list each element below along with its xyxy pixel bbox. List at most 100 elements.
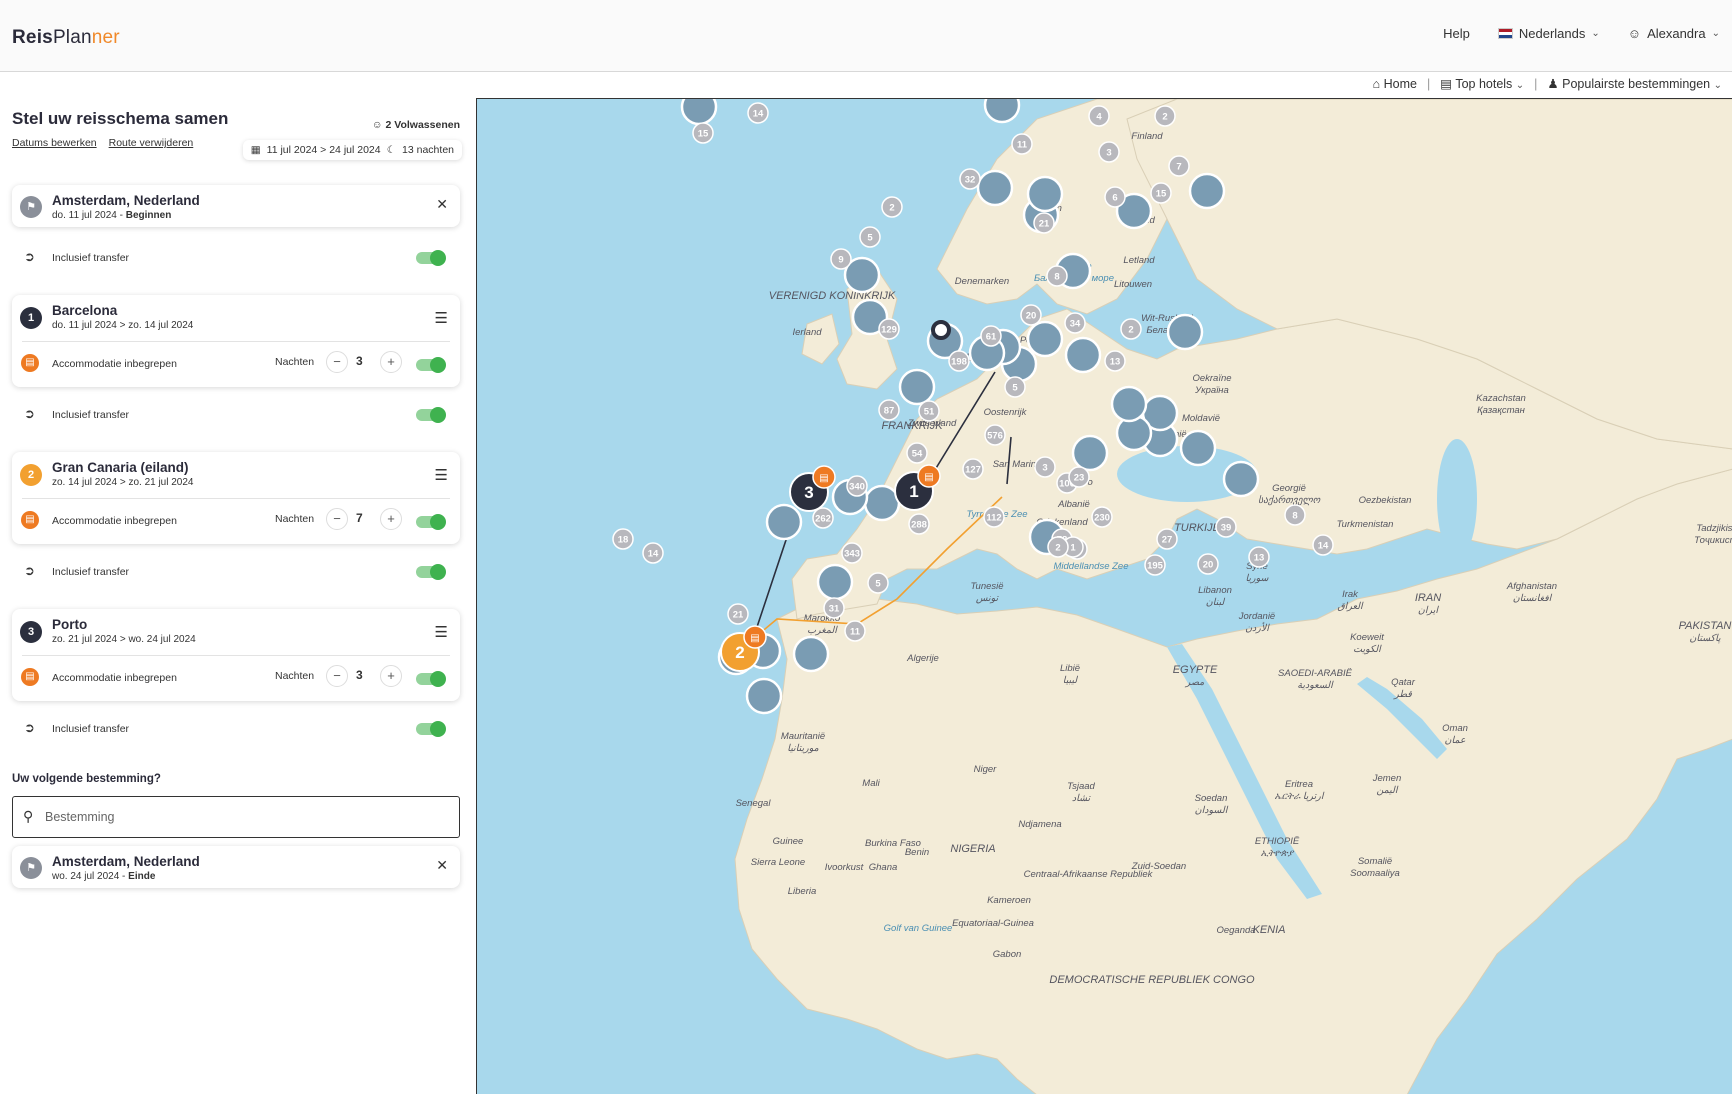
cluster-marker[interactable]: 87 <box>878 399 900 421</box>
popular-destinations-menu[interactable]: ♟ Populairste bestemmingen ⌄ <box>1547 76 1722 91</box>
edit-dates-link[interactable]: Datums bewerken <box>12 137 97 149</box>
remove-route-link[interactable]: Route verwijderen <box>109 137 194 149</box>
nights-decrease-button[interactable]: − <box>326 665 348 687</box>
cluster-marker[interactable]: 32 <box>959 168 981 190</box>
cluster-marker[interactable]: 18 <box>612 528 634 550</box>
home-link[interactable]: ⌂ Home <box>1373 77 1417 91</box>
accommodation-toggle[interactable] <box>416 671 446 687</box>
cluster-marker[interactable]: 288 <box>908 513 930 535</box>
cluster-marker[interactable]: 6 <box>1104 186 1126 208</box>
start-location-marker[interactable] <box>931 320 951 340</box>
cluster-marker[interactable]: 198 <box>948 350 970 372</box>
cluster-marker[interactable]: 15 <box>1150 182 1172 204</box>
cluster-marker[interactable]: 5 <box>867 572 889 594</box>
cluster-marker[interactable]: 7 <box>1168 155 1190 177</box>
cluster-marker[interactable]: 23 <box>1068 466 1090 488</box>
cluster-marker[interactable]: 9 <box>830 248 852 270</box>
cluster-marker[interactable]: 343 <box>841 542 863 564</box>
cluster-marker[interactable]: 15 <box>692 122 714 144</box>
destination-photo-marker[interactable] <box>1110 385 1148 423</box>
cluster-marker[interactable]: 195 <box>1144 554 1166 576</box>
destination-photo-marker[interactable] <box>680 99 718 126</box>
cluster-marker[interactable]: 54 <box>906 442 928 464</box>
destination-search[interactable]: ⚲ <box>12 796 460 838</box>
nights-increase-button[interactable]: + <box>380 351 402 373</box>
cluster-marker[interactable]: 27 <box>1156 528 1178 550</box>
cluster-marker[interactable]: 3 <box>1098 141 1120 163</box>
cluster-marker[interactable]: 2 <box>1154 105 1176 127</box>
cluster-marker[interactable]: 13 <box>1248 546 1270 568</box>
drag-handle-icon[interactable]: ☰ <box>435 466 448 484</box>
transfer-toggle[interactable] <box>416 407 446 423</box>
destination-photo-marker[interactable] <box>745 677 783 715</box>
destination-photo-marker[interactable] <box>1179 429 1217 467</box>
cluster-marker[interactable]: 61 <box>980 325 1002 347</box>
cluster-marker[interactable]: 340 <box>846 475 868 497</box>
cluster-marker[interactable]: 14 <box>642 542 664 564</box>
destination-photo-marker[interactable] <box>1026 320 1064 358</box>
logo[interactable]: ReisPlanner <box>12 27 120 49</box>
transfer-toggle[interactable] <box>416 721 446 737</box>
adults-count[interactable]: ☺ 2 Volwassenen <box>372 119 460 131</box>
nights-increase-button[interactable]: + <box>380 508 402 530</box>
cluster-marker[interactable]: 14 <box>1312 534 1334 556</box>
transfer-toggle[interactable] <box>416 564 446 580</box>
cluster-marker[interactable]: 2 <box>1047 536 1069 558</box>
destination-photo-marker[interactable] <box>1026 175 1064 213</box>
user-menu[interactable]: ☺ Alexandra ⌄ <box>1628 26 1720 41</box>
cluster-marker[interactable]: 2 <box>1120 318 1142 340</box>
cluster-marker[interactable]: 21 <box>727 603 749 625</box>
cluster-marker[interactable]: 262 <box>812 507 834 529</box>
cluster-marker[interactable]: 11 <box>844 620 866 642</box>
drag-handle-icon[interactable]: ☰ <box>435 623 448 641</box>
destination-photo-marker[interactable] <box>863 484 901 522</box>
cluster-marker[interactable]: 4 <box>1088 105 1110 127</box>
cluster-marker[interactable]: 5 <box>859 226 881 248</box>
destination-photo-marker[interactable] <box>1071 434 1109 472</box>
cluster-marker[interactable]: 39 <box>1215 516 1237 538</box>
destination-photo-marker[interactable] <box>765 503 803 541</box>
nights-decrease-button[interactable]: − <box>326 351 348 373</box>
accommodation-toggle[interactable] <box>416 357 446 373</box>
cluster-marker[interactable]: 21 <box>1033 212 1055 234</box>
language-select[interactable]: Nederlands ⌄ <box>1497 26 1600 41</box>
cluster-marker[interactable]: 13 <box>1104 350 1126 372</box>
destination-photo-marker[interactable] <box>1166 313 1204 351</box>
cluster-marker[interactable]: 129 <box>878 318 900 340</box>
map[interactable]: FinlandZwedenEstlandLetlandLitouwenWit-R… <box>476 98 1732 1094</box>
cluster-marker[interactable]: 2 <box>881 196 903 218</box>
accommodation-toggle[interactable] <box>416 514 446 530</box>
nights-decrease-button[interactable]: − <box>326 508 348 530</box>
cluster-marker[interactable]: 230 <box>1091 506 1113 528</box>
top-hotels-menu[interactable]: ▤ Top hotels ⌄ <box>1440 76 1524 91</box>
destination-photo-marker[interactable] <box>1222 460 1260 498</box>
nights-increase-button[interactable]: + <box>380 665 402 687</box>
destination-input[interactable] <box>45 806 445 828</box>
close-icon[interactable]: ✕ <box>436 196 448 213</box>
close-icon[interactable]: ✕ <box>436 857 448 874</box>
destination-photo-marker[interactable] <box>792 635 830 673</box>
cluster-marker[interactable]: 20 <box>1197 553 1219 575</box>
cluster-marker[interactable]: 576 <box>984 424 1006 446</box>
destination-photo-marker[interactable] <box>816 563 854 601</box>
cluster-marker[interactable]: 11 <box>1011 133 1033 155</box>
destination-photo-marker[interactable] <box>976 169 1014 207</box>
destination-photo-marker[interactable] <box>983 99 1021 124</box>
cluster-marker[interactable]: 112 <box>983 506 1005 528</box>
cluster-marker[interactable]: 14 <box>747 102 769 124</box>
destination-photo-marker[interactable] <box>898 368 936 406</box>
destination-photo-marker[interactable] <box>1064 336 1102 374</box>
cluster-marker[interactable]: 51 <box>918 400 940 422</box>
cluster-marker[interactable]: 31 <box>823 597 845 619</box>
cluster-marker[interactable]: 8 <box>1284 504 1306 526</box>
cluster-marker[interactable]: 127 <box>962 458 984 480</box>
help-link[interactable]: Help <box>1443 26 1470 41</box>
cluster-marker[interactable]: 34 <box>1064 312 1086 334</box>
cluster-marker[interactable]: 3 <box>1034 456 1056 478</box>
drag-handle-icon[interactable]: ☰ <box>435 309 448 327</box>
destination-photo-marker[interactable] <box>1188 172 1226 210</box>
date-range-badge[interactable]: ▦ 11 jul 2024 > 24 jul 2024 ☾ 13 nachten <box>242 140 462 160</box>
cluster-marker[interactable]: 8 <box>1046 265 1068 287</box>
transfer-toggle[interactable] <box>416 250 446 266</box>
cluster-marker[interactable]: 5 <box>1004 376 1026 398</box>
